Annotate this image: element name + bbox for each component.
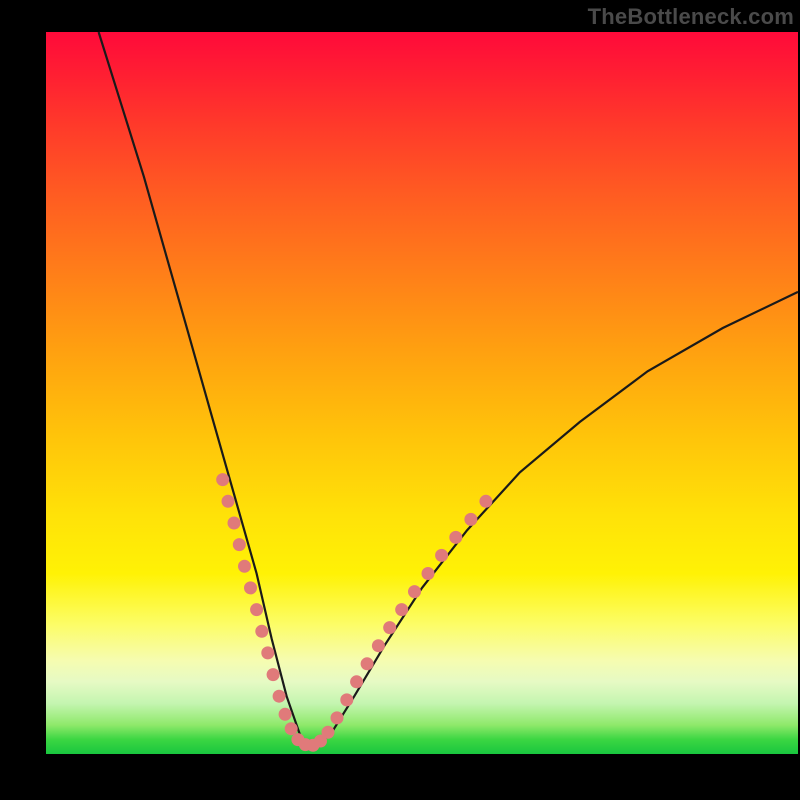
marker-dots (216, 473, 492, 752)
marker-dot (340, 693, 353, 706)
plot-area (46, 32, 798, 754)
marker-dot (331, 711, 344, 724)
marker-dot (408, 585, 421, 598)
marker-dot (233, 538, 246, 551)
marker-dot (267, 668, 280, 681)
marker-dot (285, 722, 298, 735)
marker-dot (395, 603, 408, 616)
marker-dot (279, 708, 292, 721)
marker-dot (372, 639, 385, 652)
marker-dot (228, 517, 241, 530)
marker-dot (273, 690, 286, 703)
marker-dot (383, 621, 396, 634)
marker-dot (250, 603, 263, 616)
marker-dot (361, 657, 374, 670)
marker-dot (479, 495, 492, 508)
marker-dot (350, 675, 363, 688)
marker-dot (216, 473, 229, 486)
marker-dot (322, 726, 335, 739)
chart-stage: TheBottleneck.com (0, 0, 800, 800)
marker-dot (422, 567, 435, 580)
marker-dot (261, 646, 274, 659)
curve-layer (46, 32, 798, 754)
watermark-text: TheBottleneck.com (588, 4, 794, 30)
marker-dot (464, 513, 477, 526)
marker-dot (222, 495, 235, 508)
bottleneck-curve (99, 32, 798, 747)
marker-dot (255, 625, 268, 638)
marker-dot (449, 531, 462, 544)
marker-dot (244, 581, 257, 594)
marker-dot (435, 549, 448, 562)
marker-dot (238, 560, 251, 573)
